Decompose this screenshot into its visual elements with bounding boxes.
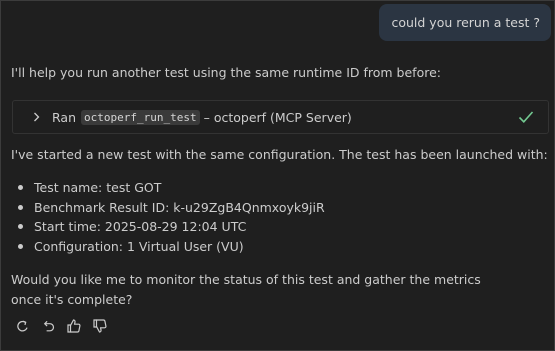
tool-call-prefix: Ran	[52, 109, 76, 125]
test-details-list: Test name: test GOT Benchmark Result ID:…	[14, 178, 325, 256]
list-item: Start time: 2025-08-29 12:04 UTC	[14, 217, 325, 237]
thumbs-up-icon[interactable]	[66, 318, 82, 334]
bullet-dot	[18, 204, 23, 210]
user-message-text: could you rerun a test ?	[391, 15, 540, 30]
assistant-intro-text: I'll help you run another test using the…	[11, 65, 441, 80]
tool-name-code: octoperf_run_test	[81, 109, 200, 125]
bullet-dot	[18, 185, 23, 191]
bullet-dot	[18, 224, 23, 230]
list-item: Configuration: 1 Virtual User (VU)	[14, 237, 325, 257]
chevron-right-icon[interactable]	[31, 112, 41, 122]
bullet-dot	[18, 243, 23, 249]
detail-benchmark-id: Benchmark Result ID: k-u29ZgB4Qnmxoyk9ji…	[34, 199, 325, 215]
tool-call-card[interactable]: Ran octoperf_run_test – octoperf (MCP Se…	[12, 100, 549, 134]
list-item: Benchmark Result ID: k-u29ZgB4Qnmxoyk9ji…	[14, 198, 325, 218]
message-actions	[14, 318, 108, 334]
thumbs-down-icon[interactable]	[92, 318, 108, 334]
user-message-bubble: could you rerun a test ?	[379, 4, 551, 41]
detail-test-name: Test name: test GOT	[34, 180, 162, 195]
detail-start-time: Start time: 2025-08-29 12:04 UTC	[34, 219, 247, 234]
retry-icon[interactable]	[14, 318, 30, 334]
check-icon	[518, 110, 534, 124]
status-text: I've started a new test with the same co…	[11, 147, 548, 162]
tool-call-source: – octoperf (MCP Server)	[203, 109, 352, 125]
undo-icon[interactable]	[40, 318, 56, 334]
detail-configuration: Configuration: 1 Virtual User (VU)	[34, 238, 244, 254]
list-item: Test name: test GOT	[14, 178, 325, 198]
follow-up-question: Would you like me to monitor the status …	[11, 272, 481, 307]
